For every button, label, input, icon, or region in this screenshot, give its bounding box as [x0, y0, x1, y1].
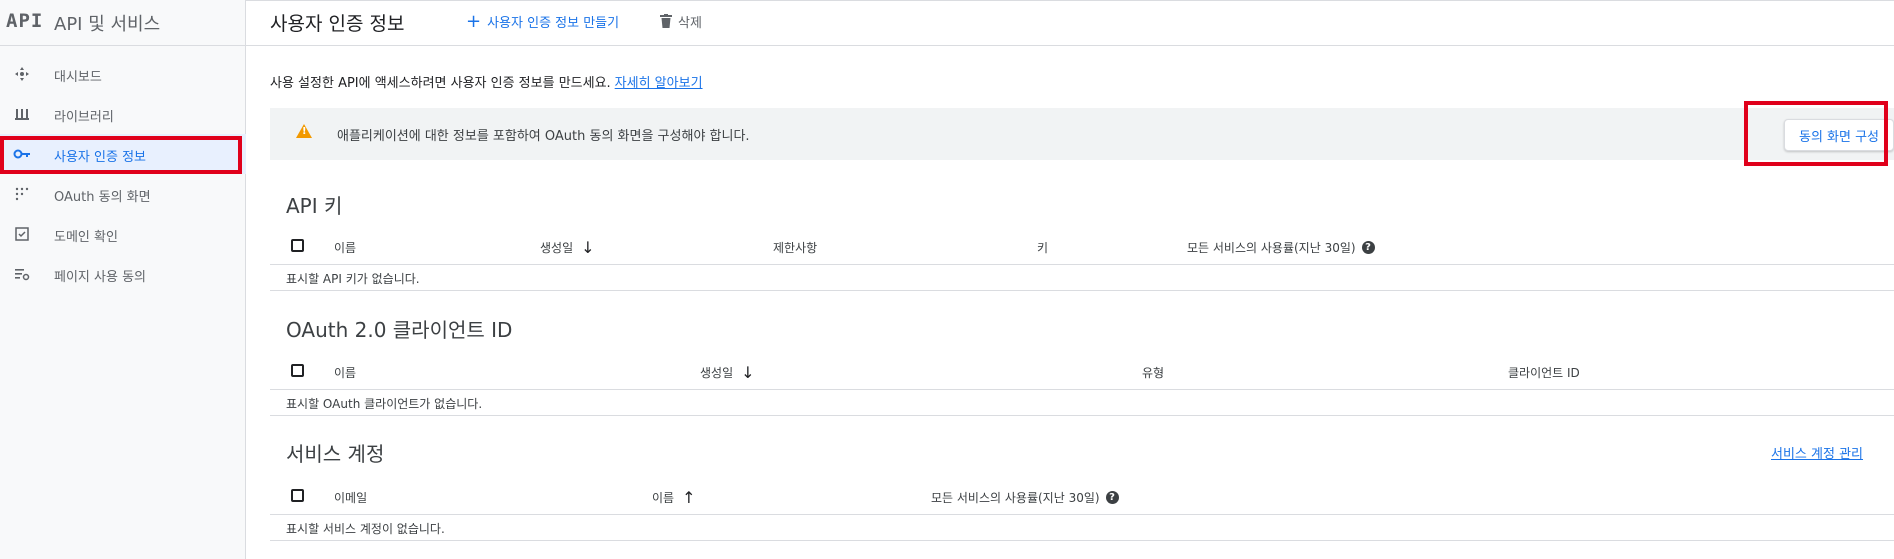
intro-text: 사용 설정한 API에 액세스하려면 사용자 인증 정보를 만드세요.: [270, 76, 611, 91]
arrow-down-icon: ↓: [741, 362, 755, 382]
column-key: 키: [1037, 241, 1049, 255]
sidebar-item-credentials[interactable]: 사용자 인증 정보: [0, 134, 246, 174]
intro-text-row: 사용 설정한 API에 액세스하려면 사용자 인증 정보를 만드세요. 자세히 알…: [270, 72, 703, 91]
column-email[interactable]: 이메일: [334, 489, 367, 506]
sidebar-item-label: 페이지 사용 동의: [54, 270, 146, 285]
empty-message: 표시할 OAuth 클라이언트가 없습니다.: [286, 397, 483, 411]
warning-icon: !: [296, 124, 312, 138]
sidebar: API API 및 서비스 대시보드 라이브러리 사용자 인증 정보 OAuth…: [0, 0, 246, 559]
sidebar-title: API 및 서비스: [54, 14, 161, 35]
column-name[interactable]: 이름 ↑: [652, 489, 696, 506]
column-usage: 모든 서비스의 사용률(지난 30일)?: [1187, 239, 1375, 256]
main-content: 사용 설정한 API에 액세스하려면 사용자 인증 정보를 만드세요. 자세히 알…: [246, 46, 1894, 559]
empty-message: 표시할 API 키가 없습니다.: [286, 272, 420, 286]
trash-icon: [660, 13, 672, 30]
plus-icon: +: [466, 10, 482, 32]
empty-row: 표시할 서비스 계정이 없습니다.: [270, 515, 1894, 541]
configure-consent-screen-button[interactable]: 동의 화면 구성: [1784, 119, 1894, 151]
empty-row: 표시할 OAuth 클라이언트가 없습니다.: [270, 390, 1894, 416]
arrow-up-icon: ↑: [682, 487, 696, 507]
sidebar-item-dashboard[interactable]: 대시보드: [0, 54, 246, 94]
api-logo: API: [6, 10, 44, 32]
column-restrictions: 제한사항: [773, 241, 818, 255]
delete-label: 삭제: [678, 16, 702, 31]
empty-row: 표시할 API 키가 없습니다.: [270, 265, 1894, 291]
column-type[interactable]: 유형: [1142, 364, 1164, 381]
help-icon[interactable]: ?: [1361, 241, 1375, 254]
empty-message: 표시할 서비스 계정이 없습니다.: [286, 522, 445, 536]
page-header: 사용자 인증 정보 + 사용자 인증 정보 만들기 삭제: [246, 0, 1894, 46]
service-accounts-title: 서비스 계정: [286, 442, 385, 466]
column-created[interactable]: 생성일 ↓: [700, 364, 755, 381]
column-usage-label: 모든 서비스의 사용률(지난 30일): [931, 491, 1100, 505]
delete-button[interactable]: 삭제: [660, 12, 702, 31]
arrow-down-icon: ↓: [581, 237, 595, 257]
sidebar-item-library[interactable]: 라이브러리: [0, 94, 246, 134]
column-created-label: 생성일: [700, 366, 734, 380]
key-icon: [12, 144, 32, 164]
checkbox-icon: [12, 224, 32, 244]
column-created[interactable]: 생성일 ↓: [540, 239, 595, 256]
library-icon: [12, 104, 32, 124]
learn-more-link[interactable]: 자세히 알아보기: [615, 76, 703, 91]
select-all-checkbox[interactable]: [291, 489, 304, 502]
sidebar-brand: API API 및 서비스: [0, 0, 246, 46]
column-created-label: 생성일: [540, 241, 574, 255]
sidebar-item-label: OAuth 동의 화면: [54, 190, 151, 205]
dashboard-icon: [12, 64, 32, 84]
column-usage: 모든 서비스의 사용률(지난 30일)?: [931, 489, 1119, 506]
sidebar-item-label: 대시보드: [54, 70, 102, 85]
select-all-checkbox[interactable]: [291, 239, 304, 252]
page-title: 사용자 인증 정보: [270, 13, 405, 35]
sidebar-item-label: 도메인 확인: [54, 230, 118, 245]
column-name[interactable]: 이름: [334, 364, 356, 381]
column-client-id: 클라이언트 ID: [1508, 366, 1580, 380]
sidebar-nav: 대시보드 라이브러리 사용자 인증 정보 OAuth 동의 화면 도메인 확인: [0, 54, 246, 294]
warning-text: 애플리케이션에 대한 정보를 포함하여 OAuth 동의 화면을 구성해야 합니…: [337, 129, 750, 144]
table-header: 이름 생성일 ↓ 유형 클라이언트 ID: [270, 354, 1894, 390]
warning-banner: ! 애플리케이션에 대한 정보를 포함하여 OAuth 동의 화면을 구성해야 …: [270, 108, 1894, 160]
column-name[interactable]: 이름: [334, 239, 356, 256]
sidebar-item-oauth-consent[interactable]: OAuth 동의 화면: [0, 174, 246, 214]
select-all-checkbox[interactable]: [291, 364, 304, 377]
consent-grid-icon: [12, 184, 32, 204]
column-name-label: 이름: [652, 491, 675, 505]
settings-list-icon: [12, 264, 32, 284]
sidebar-item-label: 라이브러리: [54, 110, 114, 125]
oauth-clients-title: OAuth 2.0 클라이언트 ID: [286, 318, 513, 342]
sidebar-item-label: 사용자 인증 정보: [54, 150, 146, 165]
help-icon[interactable]: ?: [1105, 491, 1119, 504]
table-header: 이름 생성일 ↓ 제한사항 키 모든 서비스의 사용률(지난 30일)?: [270, 229, 1894, 265]
column-usage-label: 모든 서비스의 사용률(지난 30일): [1187, 241, 1356, 255]
table-header: 이메일 이름 ↑ 모든 서비스의 사용률(지난 30일)?: [270, 479, 1894, 515]
create-credentials-label: 사용자 인증 정보 만들기: [487, 16, 620, 31]
create-credentials-button[interactable]: + 사용자 인증 정보 만들기: [466, 12, 619, 31]
manage-service-accounts-link[interactable]: 서비스 계정 관리: [1771, 443, 1863, 462]
sidebar-item-domain-verification[interactable]: 도메인 확인: [0, 214, 246, 254]
sidebar-item-page-usage-agreements[interactable]: 페이지 사용 동의: [0, 254, 246, 294]
api-keys-title: API 키: [286, 194, 343, 218]
